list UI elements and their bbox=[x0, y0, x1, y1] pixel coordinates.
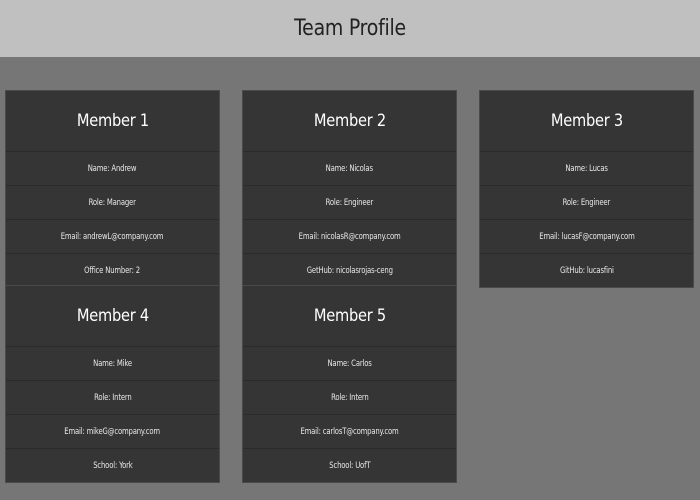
card-header: Member 1 bbox=[6, 91, 219, 152]
member-title: Member 5 bbox=[313, 306, 386, 326]
member-office-number: Office Number: 2 bbox=[84, 265, 141, 276]
member-name: Name: Andrew bbox=[6, 152, 219, 186]
member-role: Role: Intern bbox=[243, 381, 456, 415]
page-title: Team Profile bbox=[294, 16, 406, 41]
card-header: Member 3 bbox=[480, 91, 693, 152]
member-github: GetHub: nicolasrojas-ceng bbox=[306, 265, 393, 276]
member-github: GitHub: lucasfini bbox=[559, 265, 614, 276]
member-title: Member 2 bbox=[313, 111, 386, 131]
member-name: Name: Carlos bbox=[243, 347, 456, 381]
member-card-3: Member 3 Name: Lucas Role: Engineer Emai… bbox=[479, 90, 694, 288]
member-school: School: UofT bbox=[328, 460, 371, 471]
member-card-4: Member 4 Name: Mike Role: Intern Email: … bbox=[5, 285, 220, 483]
member-email: Email: mikeG@company.com bbox=[6, 415, 219, 449]
page-header: Team Profile bbox=[0, 0, 700, 57]
member-school: School: York bbox=[92, 460, 133, 471]
member-name: Name: Lucas bbox=[480, 152, 693, 186]
member-email: Email: carlosT@company.com bbox=[243, 415, 456, 449]
member-name: Name: Nicolas bbox=[243, 152, 456, 186]
member-title: Member 4 bbox=[76, 306, 149, 326]
member-role: Role: Intern bbox=[6, 381, 219, 415]
card-header: Member 4 bbox=[6, 286, 219, 347]
member-name: Name: Mike bbox=[6, 347, 219, 381]
member-role: Role: Engineer bbox=[243, 186, 456, 220]
card-header: Member 2 bbox=[243, 91, 456, 152]
member-title: Member 3 bbox=[550, 111, 623, 131]
member-title: Member 1 bbox=[76, 111, 149, 131]
member-card-5: Member 5 Name: Carlos Role: Intern Email… bbox=[242, 285, 457, 483]
card-header: Member 5 bbox=[243, 286, 456, 347]
member-role: Role: Engineer bbox=[480, 186, 693, 220]
member-card-1: Member 1 Name: Andrew Role: Manager Emai… bbox=[5, 90, 220, 288]
member-email: Email: nicolasR@company.com bbox=[243, 220, 456, 254]
member-email: Email: lucasF@company.com bbox=[480, 220, 693, 254]
member-role: Role: Manager bbox=[6, 186, 219, 220]
member-email: Email: andrewL@company.com bbox=[6, 220, 219, 254]
member-card-2: Member 2 Name: Nicolas Role: Engineer Em… bbox=[242, 90, 457, 288]
